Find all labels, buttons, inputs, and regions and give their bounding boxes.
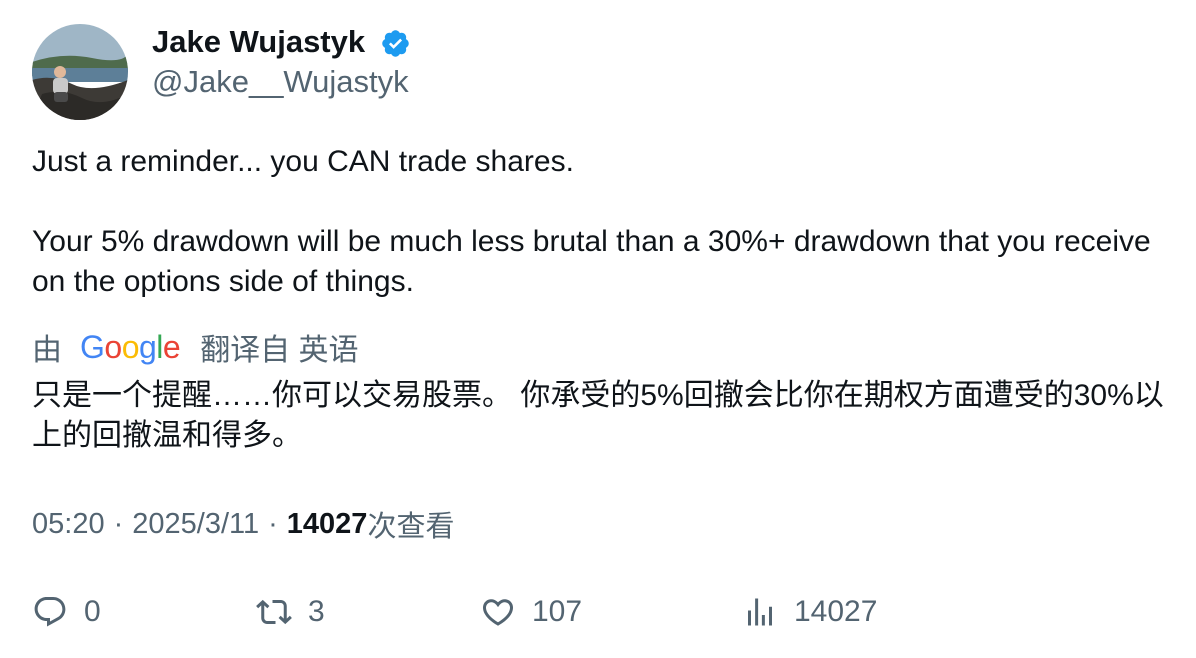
reply-count: 0 bbox=[84, 595, 101, 628]
display-name[interactable]: Jake Wujastyk bbox=[152, 22, 365, 62]
views-chart-icon bbox=[748, 598, 772, 626]
tweet-time[interactable]: 05:20 bbox=[32, 508, 105, 541]
views-action-count: 14027 bbox=[794, 595, 878, 628]
retweet-icon bbox=[256, 599, 292, 625]
retweet-button[interactable]: 3 bbox=[256, 590, 325, 634]
google-logo: Google bbox=[80, 328, 181, 365]
translated-text: 只是一个提醒……你可以交易股票。 你承受的5%回撤会比你在期权方面遭受的30%以… bbox=[32, 379, 1164, 452]
avatar[interactable] bbox=[32, 24, 128, 120]
tweet-meta: 05:20 · 2025/3/11 · 14027 次查看 bbox=[32, 504, 454, 544]
meta-separator: · bbox=[113, 507, 124, 540]
tweet-date[interactable]: 2025/3/11 bbox=[132, 508, 259, 541]
tweet-paragraph: Just a reminder... you CAN trade shares. bbox=[32, 145, 574, 178]
like-count: 107 bbox=[532, 595, 583, 628]
tweet-body: Just a reminder... you CAN trade shares.… bbox=[32, 142, 1172, 302]
meta-separator: · bbox=[268, 507, 278, 540]
translation-suffix: 翻译自 英语 bbox=[200, 334, 359, 367]
retweet-count: 3 bbox=[308, 595, 325, 628]
avatar-image bbox=[32, 24, 128, 120]
views-count: 14027 bbox=[286, 507, 368, 540]
user-handle[interactable]: @Jake__Wujastyk bbox=[152, 62, 409, 102]
views-button[interactable]: 14027 bbox=[742, 590, 877, 634]
tweet-card: Jake Wujastyk @Jake__Wujastyk Just a rem… bbox=[0, 0, 1196, 658]
verified-badge-icon bbox=[382, 30, 409, 57]
heart-icon bbox=[482, 599, 514, 626]
translation-attribution[interactable]: 由 Google 翻译自 英语 bbox=[32, 327, 359, 368]
translation-prefix: 由 bbox=[32, 334, 62, 367]
like-button[interactable]: 107 bbox=[480, 590, 582, 634]
reply-button[interactable]: 0 bbox=[32, 590, 101, 634]
reply-icon bbox=[34, 597, 66, 627]
action-bar: 0 3 107 14027 bbox=[0, 590, 1196, 634]
tweet-paragraph: Your 5% drawdown will be much less bruta… bbox=[32, 225, 1151, 298]
views-label: 次查看 bbox=[367, 511, 455, 543]
